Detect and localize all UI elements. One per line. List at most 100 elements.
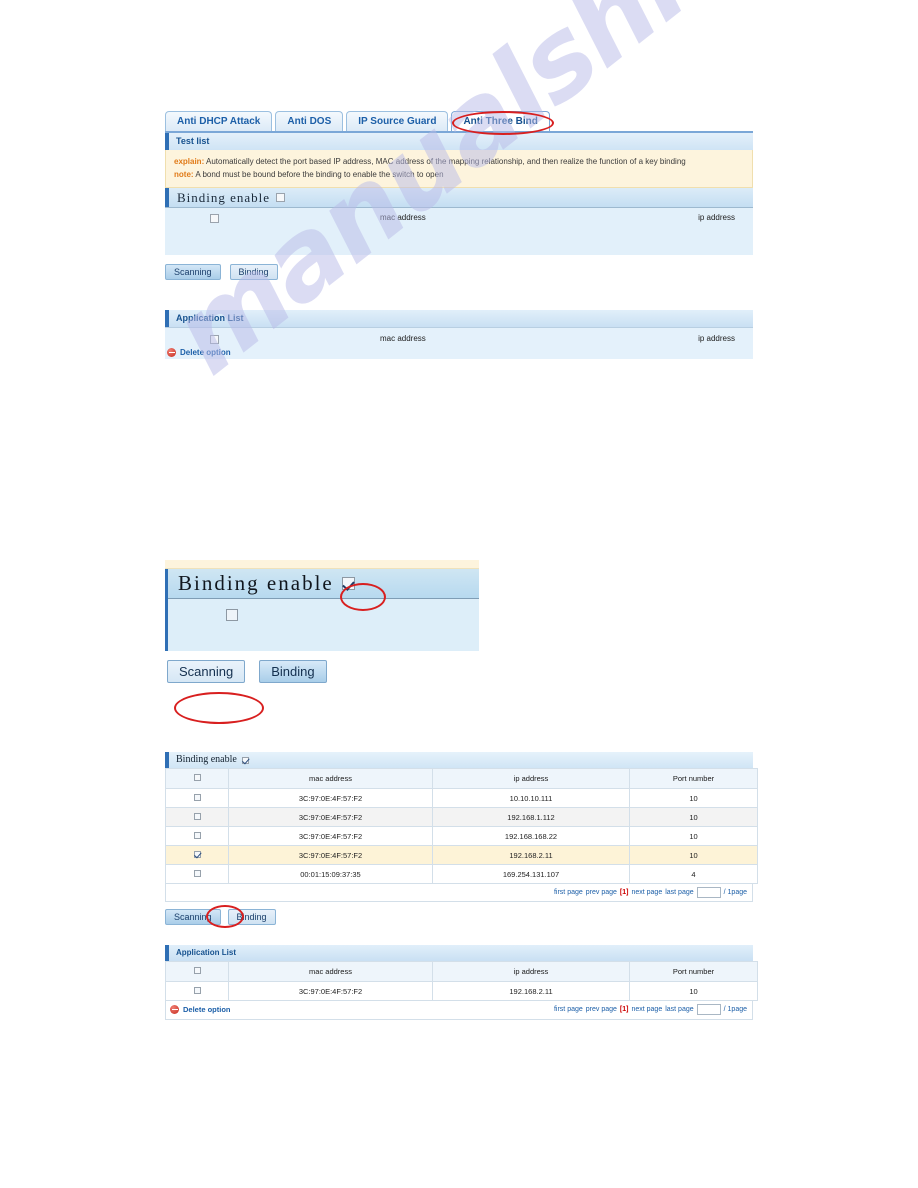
app-pager-first-page[interactable]: first page — [554, 1006, 583, 1013]
binding-enable-checkbox-mid[interactable] — [341, 577, 355, 590]
row-select-cell[interactable] — [165, 981, 229, 1001]
row-port: 10 — [629, 981, 758, 1001]
row-checkbox[interactable] — [193, 850, 201, 858]
binding-enable-label-bottom: Binding enable — [176, 754, 237, 765]
app-col-select — [165, 961, 229, 982]
delete-option-top[interactable]: Delete option — [167, 348, 231, 357]
scan-result-panel-top: mac address ip address — [165, 207, 753, 255]
scan-select-all-checkbox[interactable] — [193, 774, 201, 781]
app-pager-current-page: [1] — [619, 1006, 629, 1013]
pager-current-page: [1] — [619, 889, 629, 896]
row-select-cell[interactable] — [165, 826, 229, 846]
row-mac: 3C:97:0E:4F:57:F2 — [228, 981, 433, 1001]
binding-enable-label-top: Binding enable — [177, 190, 271, 205]
binding-enable-checkbox-top[interactable] — [276, 193, 286, 202]
scan-table-pager-row: first page prev page [1] next page last … — [165, 884, 753, 902]
explain-note-box: explain: Automatically detect the port b… — [165, 150, 753, 188]
row-select-cell[interactable] — [165, 845, 229, 865]
row-checkbox[interactable] — [193, 812, 201, 820]
app-col-mac: mac address — [228, 961, 433, 982]
row-ip: 192.168.2.11 — [432, 845, 630, 865]
table-row[interactable]: 3C:97:0E:4F:57:F2 192.168.1.112 10 — [165, 807, 758, 827]
note-line: note: A bond must be bound before the bi… — [174, 168, 744, 181]
explain-line: explain: Automatically detect the port b… — [174, 155, 744, 168]
note-keyword: note: — [174, 170, 194, 179]
pagination: first page prev page [1] next page last … — [554, 887, 747, 898]
delete-option-bottom[interactable]: Delete option — [170, 1005, 231, 1014]
middle-zoom-screenshot: Binding enable Scanning Binding — [165, 560, 479, 683]
tab-anti-dhcp-attack[interactable]: Anti DHCP Attack — [165, 111, 273, 131]
table-row[interactable]: 3C:97:0E:4F:57:F2 192.168.168.22 10 — [165, 826, 758, 846]
row-checkbox[interactable] — [193, 831, 201, 839]
row-select-cell[interactable] — [165, 807, 229, 827]
pager-prev-page[interactable]: prev page — [586, 889, 617, 896]
row-select-cell[interactable] — [165, 788, 229, 808]
column-header-mac-top: mac address — [380, 213, 426, 222]
delete-option-label-top: Delete option — [180, 348, 231, 357]
scan-result-panel-mid — [168, 598, 479, 651]
table-row[interactable]: 3C:97:0E:4F:57:F2 10.10.10.111 10 — [165, 788, 758, 808]
row-ip: 10.10.10.111 — [432, 788, 630, 808]
application-list-pagination: first page prev page [1] next page last … — [554, 1004, 747, 1015]
scan-col-port: Port number — [629, 768, 758, 789]
application-list-header-row: mac address ip address Port number — [165, 961, 758, 982]
row-select-cell[interactable] — [165, 864, 229, 884]
pager-page-input[interactable] — [696, 887, 721, 898]
binding-button-top[interactable]: Binding — [229, 264, 278, 280]
table-row[interactable]: 00:01:15:09:37:35 169.254.131.107 4 — [165, 864, 758, 884]
row-checkbox[interactable] — [193, 869, 201, 877]
binding-enable-header-mid: Binding enable — [168, 569, 479, 598]
row-mac: 00:01:15:09:37:35 — [228, 864, 433, 884]
binding-enable-header-top: Binding enable — [165, 188, 753, 207]
binding-button-bottom[interactable]: Binding — [227, 909, 276, 925]
pager-last-page[interactable]: last page — [665, 889, 693, 896]
explain-text: Automatically detect the port based IP a… — [206, 157, 686, 166]
bottom-screenshot: Binding enable mac address ip address Po… — [165, 752, 758, 1020]
row-ip: 192.168.2.11 — [432, 981, 630, 1001]
document-page: manualshive.com Anti DHCP Attack Anti DO… — [0, 0, 918, 1188]
app-pager-prev-page[interactable]: prev page — [586, 1006, 617, 1013]
app-pager-suffix: / 1page — [723, 1006, 747, 1013]
delete-icon — [167, 348, 176, 357]
app-col-port: Port number — [629, 961, 758, 982]
scanning-button-top[interactable]: Scanning — [165, 264, 221, 280]
application-list-panel-top: mac address ip address Delete option — [165, 327, 753, 359]
tab-ip-source-guard[interactable]: IP Source Guard — [346, 111, 449, 131]
app-column-header-ip-top: ip address — [698, 334, 735, 343]
app-pager-next-page[interactable]: next page — [631, 1006, 662, 1013]
row-ip: 169.254.131.107 — [432, 864, 630, 884]
app-select-all-checkbox-top[interactable] — [210, 335, 219, 344]
binding-button-mid[interactable]: Binding — [259, 660, 327, 683]
top-button-row: Scanning Binding — [165, 264, 753, 280]
pager-next-page[interactable]: next page — [631, 889, 662, 896]
delete-icon — [170, 1005, 179, 1014]
row-port: 10 — [629, 807, 758, 827]
app-column-header-mac-top: mac address — [380, 334, 426, 343]
tab-anti-dos[interactable]: Anti DOS — [275, 111, 344, 131]
app-pager-page-input[interactable] — [696, 1004, 721, 1015]
application-list-header-bottom: Application List — [165, 945, 753, 961]
scan-col-ip: ip address — [432, 768, 630, 789]
table-row[interactable]: 3C:97:0E:4F:57:F2 192.168.2.11 10 — [165, 845, 758, 865]
column-header-ip-top: ip address — [698, 213, 735, 222]
row-port: 10 — [629, 826, 758, 846]
scan-result-header-row: mac address ip address Port number — [165, 768, 758, 789]
scanning-button-bottom[interactable]: Scanning — [165, 909, 221, 925]
zoom-yellow-strip — [165, 560, 479, 569]
tab-anti-three-bind[interactable]: Anti Three Bind — [451, 111, 550, 131]
row-checkbox[interactable] — [193, 793, 201, 801]
row-checkbox[interactable] — [193, 986, 201, 994]
row-mac: 3C:97:0E:4F:57:F2 — [228, 807, 433, 827]
select-all-checkbox-top[interactable] — [210, 214, 219, 223]
pager-first-page[interactable]: first page — [554, 889, 583, 896]
table-row[interactable]: 3C:97:0E:4F:57:F2 192.168.2.11 10 — [165, 981, 758, 1001]
scanning-button-mid[interactable]: Scanning — [167, 660, 246, 683]
app-select-all-checkbox[interactable] — [193, 967, 201, 974]
select-all-checkbox-mid[interactable] — [226, 609, 238, 621]
row-mac: 3C:97:0E:4F:57:F2 — [228, 788, 433, 808]
scan-result-table: mac address ip address Port number 3C:97… — [165, 768, 758, 884]
app-pager-last-page[interactable]: last page — [665, 1006, 693, 1013]
row-port: 10 — [629, 845, 758, 865]
application-list-table: mac address ip address Port number 3C:97… — [165, 961, 758, 1001]
binding-enable-checkbox-bottom[interactable] — [241, 756, 249, 764]
